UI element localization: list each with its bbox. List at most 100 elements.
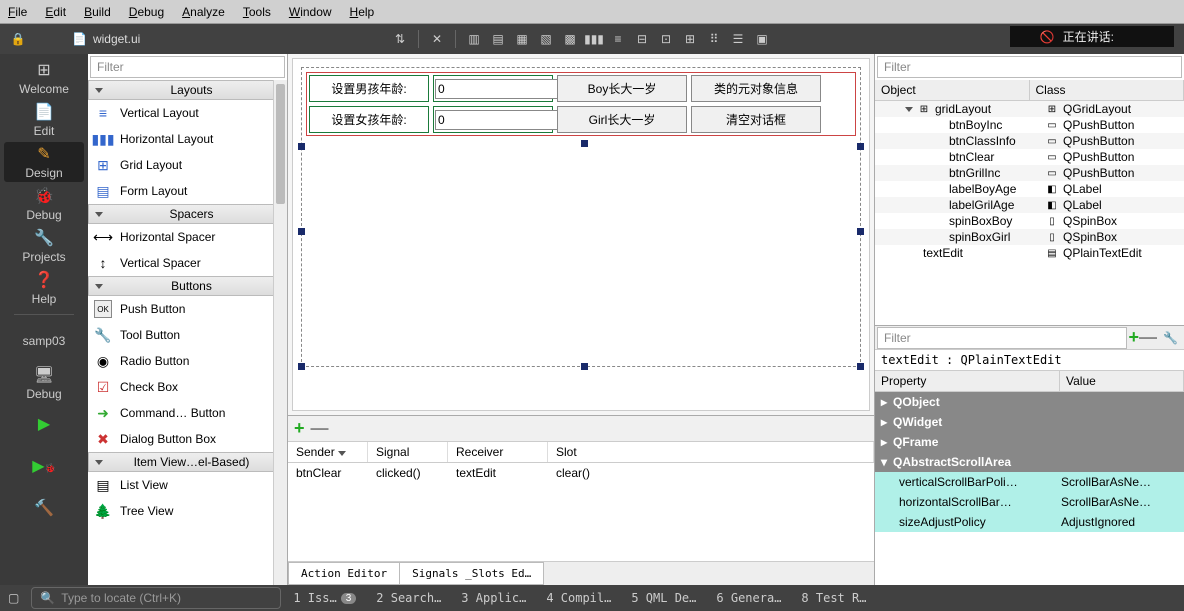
updown-icon[interactable]: ⇅ <box>390 29 410 49</box>
status-item[interactable]: 3 Applic… <box>461 591 526 605</box>
menu-debug[interactable]: Debug <box>129 5 164 19</box>
build-button[interactable]: 🔨 <box>4 489 84 529</box>
close-icon[interactable]: ✕ <box>427 29 447 49</box>
selection-handle[interactable] <box>298 363 305 370</box>
widget-list-view[interactable]: ▤List View <box>88 472 287 498</box>
widget-tree-view[interactable]: 🌲Tree View <box>88 498 287 524</box>
status-item[interactable]: 6 Genera… <box>716 591 781 605</box>
widget-tool-button[interactable]: 🔧Tool Button <box>88 322 287 348</box>
label-girl-age[interactable]: 设置女孩年龄: <box>309 106 429 133</box>
mode-edit[interactable]: 📄Edit <box>4 100 84 140</box>
label-boy-age[interactable]: 设置男孩年龄: <box>309 75 429 102</box>
status-item[interactable]: 2 Search… <box>376 591 441 605</box>
property-group[interactable]: ▾QAbstractScrollArea <box>875 452 1184 472</box>
menu-window[interactable]: Window <box>289 5 332 19</box>
col-slot[interactable]: Slot <box>548 442 874 462</box>
object-filter[interactable]: Filter <box>877 56 1182 78</box>
object-row[interactable]: btnBoyInc▭QPushButton <box>875 117 1184 133</box>
remove-prop-icon[interactable]: — <box>1139 327 1157 348</box>
btn-girl-inc[interactable]: Girl长大一岁 <box>557 106 687 133</box>
object-row[interactable]: ⊞gridLayout⊞QGridLayout <box>875 101 1184 117</box>
selection-handle[interactable] <box>581 363 588 370</box>
grid-icon[interactable]: ⊞ <box>680 29 700 49</box>
tab-action-editor[interactable]: Action Editor <box>288 562 400 585</box>
debug-run-button[interactable]: ▶🐞 <box>4 447 84 487</box>
col-receiver[interactable]: Receiver <box>448 442 548 462</box>
status-item[interactable]: 4 Compil… <box>546 591 611 605</box>
col-sender[interactable]: Sender <box>288 442 368 462</box>
mode-debug[interactable]: 🐞Debug <box>4 184 84 224</box>
property-row[interactable]: sizeAdjustPolicyAdjustIgnored <box>875 512 1184 532</box>
col-property[interactable]: Property <box>875 371 1060 391</box>
menu-file[interactable]: FFileile <box>8 5 27 19</box>
category-buttons[interactable]: Buttons <box>88 276 287 296</box>
property-group[interactable]: ▸QObject <box>875 392 1184 412</box>
list-icon[interactable]: ☰ <box>728 29 748 49</box>
spinbox-boy[interactable]: ▲▼ <box>433 75 553 102</box>
widget-vertical-spacer[interactable]: ↕Vertical Spacer <box>88 250 287 276</box>
object-row[interactable]: btnClear▭QPushButton <box>875 149 1184 165</box>
form-widget[interactable]: 设置男孩年龄: ▲▼ Boy长大一岁 类的元对象信息 设置女孩年龄: ▲▼ Gi… <box>301 67 861 367</box>
build-config[interactable]: 🖥Debug <box>4 363 84 403</box>
property-group[interactable]: ▸QFrame <box>875 432 1184 452</box>
widgetbox-filter[interactable]: Filter <box>90 56 285 78</box>
layout-hs-icon[interactable]: ▦ <box>512 29 532 49</box>
locator-input[interactable]: 🔍 Type to locate (Ctrl+K) <box>31 587 281 609</box>
close-pane-icon[interactable]: ▢ <box>8 591 19 605</box>
add-prop-icon[interactable]: + <box>1129 327 1140 348</box>
property-filter[interactable]: Filter <box>877 327 1127 349</box>
preview-icon[interactable]: ▣ <box>752 29 772 49</box>
object-row[interactable]: spinBoxGirl▯QSpinBox <box>875 229 1184 245</box>
layout-rows-icon[interactable]: ≡ <box>608 29 628 49</box>
object-row[interactable]: textEdit▤QPlainTextEdit <box>875 245 1184 261</box>
category-spacers[interactable]: Spacers <box>88 204 287 224</box>
btn-class-info[interactable]: 类的元对象信息 <box>691 75 821 102</box>
grid-layout[interactable]: 设置男孩年龄: ▲▼ Boy长大一岁 类的元对象信息 设置女孩年龄: ▲▼ Gi… <box>306 72 856 136</box>
object-row[interactable]: spinBoxBoy▯QSpinBox <box>875 213 1184 229</box>
adjust-size-icon[interactable]: ⊡ <box>656 29 676 49</box>
selection-handle[interactable] <box>857 143 864 150</box>
property-row[interactable]: horizontalScrollBar…ScrollBarAsNe… <box>875 492 1184 512</box>
layout-vs-icon[interactable]: ▧ <box>536 29 556 49</box>
wrench-icon[interactable]: 🔧 <box>1157 331 1184 345</box>
layout-h-icon[interactable]: ▥ <box>464 29 484 49</box>
widget-horizontal-layout[interactable]: ▮▮▮Horizontal Layout <box>88 126 287 152</box>
widget-form-layout[interactable]: ▤Form Layout <box>88 178 287 204</box>
mode-projects[interactable]: 🔧Projects <box>4 226 84 266</box>
widget-command-button[interactable]: ➜Command… Button <box>88 400 287 426</box>
col-object[interactable]: Object <box>875 80 1030 100</box>
selection-handle[interactable] <box>298 143 305 150</box>
category-layouts[interactable]: Layouts <box>88 80 287 100</box>
layout-v-icon[interactable]: ▤ <box>488 29 508 49</box>
widget-grid-layout[interactable]: ⊞Grid Layout <box>88 152 287 178</box>
layout-cols-icon[interactable]: ▮▮▮ <box>584 29 604 49</box>
mode-help[interactable]: ❓Help <box>4 268 84 308</box>
add-signal-icon[interactable]: + <box>294 418 305 439</box>
widget-horizontal-spacer[interactable]: ⟷Horizontal Spacer <box>88 224 287 250</box>
kit-selector[interactable]: samp03 <box>4 321 84 361</box>
break-layout-icon[interactable]: ⊟ <box>632 29 652 49</box>
object-row[interactable]: labelGrilAge◧QLabel <box>875 197 1184 213</box>
widgetbox-scrollbar[interactable] <box>273 80 287 585</box>
property-group[interactable]: ▸QWidget <box>875 412 1184 432</box>
category-itemviews[interactable]: Item View…el-Based) <box>88 452 287 472</box>
spinbox-girl[interactable]: ▲▼ <box>433 106 553 133</box>
status-item[interactable]: 5 QML De… <box>631 591 696 605</box>
status-item[interactable]: 1 Iss… 3 <box>293 591 356 605</box>
file-tab[interactable]: 📄 widget.ui <box>72 32 140 46</box>
btn-clear[interactable]: 清空对话框 <box>691 106 821 133</box>
widget-push-button[interactable]: OKPush Button <box>88 296 287 322</box>
dots-icon[interactable]: ⠿ <box>704 29 724 49</box>
mode-design[interactable]: ✎Design <box>4 142 84 182</box>
property-row[interactable]: verticalScrollBarPoli…ScrollBarAsNe… <box>875 472 1184 492</box>
object-row[interactable]: btnClassInfo▭QPushButton <box>875 133 1184 149</box>
selection-handle[interactable] <box>857 228 864 235</box>
widget-vertical-layout[interactable]: ≡Vertical Layout <box>88 100 287 126</box>
widget-radio-button[interactable]: ◉Radio Button <box>88 348 287 374</box>
tab-signals-slots[interactable]: Signals _Slots Ed… <box>399 562 544 585</box>
lock-icon[interactable]: 🔒 <box>8 29 28 49</box>
layout-grid-icon[interactable]: ▩ <box>560 29 580 49</box>
property-body[interactable]: ▸QObject▸QWidget▸QFrame▾QAbstractScrollA… <box>875 392 1184 585</box>
object-row[interactable]: btnGrilInc▭QPushButton <box>875 165 1184 181</box>
selection-handle[interactable] <box>298 228 305 235</box>
